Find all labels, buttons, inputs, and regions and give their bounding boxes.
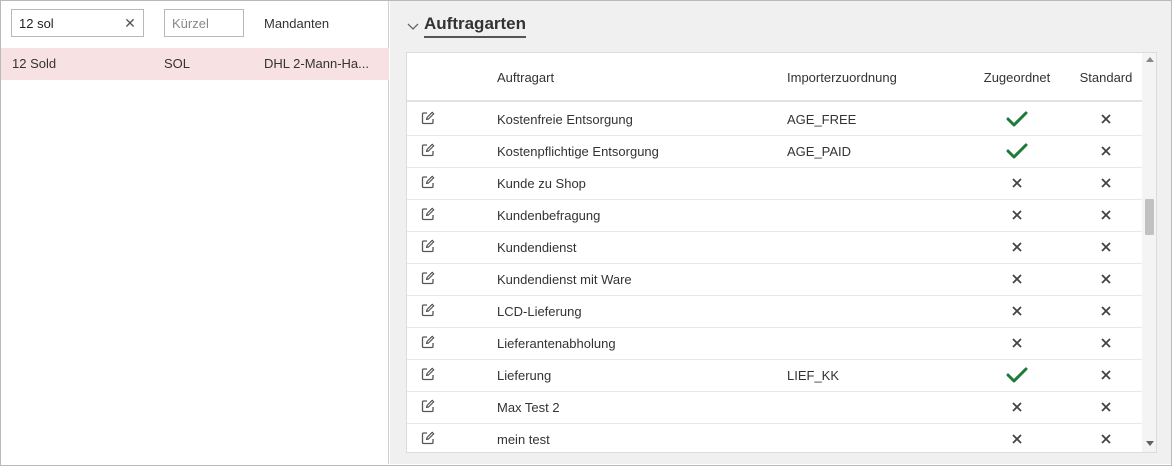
cell-importerzuordnung: LIEF_KK: [787, 368, 840, 383]
edit-icon[interactable]: [421, 399, 435, 413]
close-icon: [967, 302, 1067, 322]
close-icon: [967, 206, 1067, 226]
auftragarten-table: Auftragart Importerzuordnung Zugeordnet …: [406, 52, 1157, 453]
close-icon: [1067, 398, 1145, 418]
column-header-auftragart[interactable]: Auftragart: [497, 70, 554, 85]
close-icon: [1067, 238, 1145, 258]
cell-auftragart: Kostenfreie Entsorgung: [497, 112, 633, 127]
cell-importerzuordnung: AGE_PAID: [787, 144, 852, 159]
mandant-name: 12 Sold: [12, 56, 57, 71]
column-header-zugeordnet[interactable]: Zugeordnet: [967, 70, 1067, 85]
scrollbar-thumb[interactable]: [1145, 199, 1154, 235]
edit-icon[interactable]: [421, 207, 435, 221]
cell-auftragart: LCD-Lieferung: [497, 304, 582, 319]
edit-icon[interactable]: [421, 335, 435, 349]
mandant-mandanten: DHL 2-Mann-Ha...: [264, 56, 369, 71]
mandant-row[interactable]: 12 Sold SOL DHL 2-Mann-Ha...: [1, 48, 389, 80]
close-icon: [967, 174, 1067, 194]
table-row[interactable]: Lieferantenabholung: [407, 328, 1142, 360]
search-box[interactable]: ✕: [11, 9, 144, 37]
section-title: Auftragarten: [424, 14, 527, 38]
close-icon: [1067, 270, 1145, 290]
table-row[interactable]: mein test: [407, 424, 1145, 452]
mandanten-panel: ✕ Mandanten 12 Sold SOL DHL 2-Mann-Ha...: [1, 1, 389, 464]
table-row[interactable]: LCD-Lieferung: [407, 296, 1142, 328]
edit-icon[interactable]: [421, 143, 435, 157]
scroll-up-arrow-icon[interactable]: [1146, 57, 1154, 62]
cell-importerzuordnung: AGE_FREE: [787, 112, 857, 127]
cell-auftragart: Max Test 2: [497, 400, 560, 415]
close-icon: [967, 430, 1067, 450]
table-row[interactable]: Kostenfreie Entsorgung AGE_FREE: [407, 104, 1142, 136]
table-row[interactable]: Kundendienst mit Ware: [407, 264, 1142, 296]
kuerzel-input[interactable]: [165, 10, 243, 36]
close-icon: [1067, 366, 1145, 386]
close-icon: [1067, 174, 1145, 194]
column-header-importerzuordnung[interactable]: Importerzuordnung: [787, 70, 897, 85]
cell-auftragart: Kundenbefragung: [497, 208, 601, 223]
cell-auftragart: Kundendienst: [497, 240, 577, 255]
filter-row: ✕ Mandanten: [1, 1, 389, 47]
check-icon: [967, 110, 1067, 130]
edit-icon[interactable]: [421, 239, 435, 253]
table-row[interactable]: Kunde zu Shop: [407, 168, 1142, 200]
column-header-standard[interactable]: Standard: [1067, 70, 1145, 85]
close-icon: [1067, 302, 1145, 322]
cell-auftragart: Kundendienst mit Ware: [497, 272, 632, 287]
scroll-down-arrow-icon[interactable]: [1146, 441, 1154, 446]
table-row[interactable]: Kundendienst: [407, 232, 1142, 264]
close-icon: [967, 398, 1067, 418]
table-row[interactable]: Kundenbefragung: [407, 200, 1142, 232]
close-icon: [1067, 142, 1145, 162]
edit-icon[interactable]: [421, 175, 435, 189]
cell-auftragart: Lieferantenabholung: [497, 336, 616, 351]
edit-icon[interactable]: [421, 303, 435, 317]
cell-auftragart: Kunde zu Shop: [497, 176, 586, 191]
close-icon: [1067, 334, 1145, 354]
vertical-scrollbar[interactable]: [1142, 53, 1156, 452]
chevron-down-icon[interactable]: [406, 19, 420, 33]
auftragarten-panel: Auftragarten Auftragart Importerzuordnun…: [390, 1, 1171, 464]
check-icon: [967, 142, 1067, 162]
edit-icon[interactable]: [421, 367, 435, 381]
table-row[interactable]: Lieferung LIEF_KK: [407, 360, 1142, 392]
table-header: Auftragart Importerzuordnung Zugeordnet …: [407, 53, 1142, 102]
table-row[interactable]: Max Test 2: [407, 392, 1142, 424]
close-icon[interactable]: ✕: [123, 14, 137, 32]
search-input[interactable]: [12, 10, 122, 36]
cell-auftragart: mein test: [497, 432, 550, 447]
mandanten-column-header: Mandanten: [264, 16, 330, 31]
close-icon: [1067, 206, 1145, 226]
close-icon: [1067, 110, 1145, 130]
kuerzel-filter[interactable]: [164, 9, 244, 37]
check-icon: [967, 366, 1067, 386]
edit-icon[interactable]: [421, 271, 435, 285]
mandant-kuerzel: SOL: [164, 56, 191, 71]
edit-icon[interactable]: [421, 111, 435, 125]
table-row[interactable]: Kostenpflichtige Entsorgung AGE_PAID: [407, 136, 1142, 168]
close-icon: [967, 270, 1067, 290]
close-icon: [967, 334, 1067, 354]
close-icon: [1067, 430, 1145, 450]
close-icon: [967, 238, 1067, 258]
cell-auftragart: Lieferung: [497, 368, 552, 383]
cell-auftragart: Kostenpflichtige Entsorgung: [497, 144, 659, 159]
edit-icon[interactable]: [421, 431, 435, 445]
